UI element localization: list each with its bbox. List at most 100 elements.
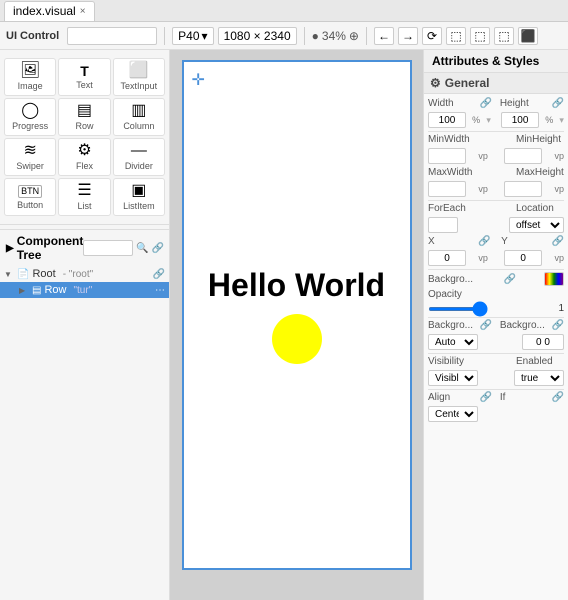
minwidth-label-row: MinWidth MinHeight: [428, 134, 564, 145]
component-column[interactable]: ▥ Column: [113, 98, 165, 136]
y-unit: vp: [554, 253, 564, 263]
zoom-value: 34%: [322, 29, 346, 43]
tab-label: index.visual: [13, 4, 76, 18]
tree-root-link-icon[interactable]: 🔗: [153, 269, 165, 280]
y-input[interactable]: [504, 250, 542, 266]
row-label: Row: [75, 121, 93, 131]
maxheight-input[interactable]: [504, 181, 542, 197]
resolution-label: 1080 × 2340: [224, 29, 291, 43]
component-divider[interactable]: — Divider: [113, 138, 165, 176]
location-select[interactable]: offset: [509, 217, 564, 233]
image-label: Image: [18, 81, 43, 91]
minwidth-input[interactable]: [428, 148, 466, 164]
canvas-area[interactable]: ✛ Hello World: [170, 50, 423, 600]
component-image[interactable]: 🖼 Image: [4, 58, 56, 96]
x-input[interactable]: [428, 250, 466, 266]
if-link-icon[interactable]: 🔗: [552, 392, 564, 403]
divider-icon: —: [131, 143, 147, 159]
bg2-label: Backgro...: [428, 320, 476, 331]
tree-search-input[interactable]: [83, 240, 133, 256]
visibility-select[interactable]: Visible: [428, 370, 478, 386]
width-link-icon[interactable]: 🔗: [480, 98, 492, 109]
resolution-btn[interactable]: 1080 × 2340: [218, 27, 297, 45]
tree-link-icon[interactable]: 🔗: [152, 243, 164, 254]
bg3-link-icon[interactable]: 🔗: [552, 320, 564, 331]
general-label-text: General: [445, 76, 490, 90]
panel-divider: [0, 224, 169, 225]
device-btn[interactable]: P40 ▾: [172, 27, 213, 45]
tree-root-icon: 📄: [17, 269, 29, 280]
height-input[interactable]: [501, 112, 539, 128]
opacity-slider[interactable]: [428, 307, 488, 311]
foreach-input[interactable]: [428, 217, 458, 233]
ui-control-section: 🖼 Image T Text ⬜ TextInput ◯ Progress ▤: [0, 50, 169, 220]
divider-label: Divider: [125, 161, 153, 171]
height-label: Height: [500, 98, 548, 109]
minheight-input[interactable]: [504, 148, 542, 164]
redo-icon: →: [402, 29, 414, 43]
sep3: [428, 269, 564, 270]
width-height-input-row: % ▾ % ▾: [428, 112, 564, 128]
vis-enabled-input-row: Visible true: [428, 370, 564, 386]
view-btn4[interactable]: ⬛: [518, 27, 538, 45]
tab-close-btn[interactable]: ×: [80, 6, 86, 17]
view-btn1[interactable]: ⬚: [446, 27, 466, 45]
maxwidth-label: MaxWidth: [428, 167, 476, 178]
vis-enabled-label-row: Visibility Enabled: [428, 356, 564, 367]
undo-btn[interactable]: ←: [374, 27, 394, 45]
enabled-select[interactable]: true: [514, 370, 564, 386]
align-select[interactable]: Center: [428, 406, 478, 422]
tree-item-row[interactable]: ▶ ▤ Row "tur" ⋯: [0, 282, 169, 298]
component-button[interactable]: BTN Button: [4, 178, 56, 216]
bg3-input[interactable]: [522, 334, 564, 350]
component-swiper[interactable]: ≋ Swiper: [4, 138, 56, 176]
bg2-link-icon[interactable]: 🔗: [480, 320, 492, 331]
x-label: X: [428, 236, 476, 247]
button-label: Button: [17, 200, 43, 210]
x-link-icon[interactable]: 🔗: [478, 236, 490, 247]
toolbar-search-input[interactable]: [67, 27, 157, 45]
height-chevron[interactable]: ▾: [559, 115, 564, 126]
listitem-label: ListItem: [123, 201, 155, 211]
bg-link-icon[interactable]: 🔗: [504, 274, 516, 285]
attributes-title: Attributes & Styles: [432, 54, 539, 68]
refresh-btn[interactable]: ⟳: [422, 27, 442, 45]
image-icon: 🖼: [20, 63, 40, 79]
color-swatch[interactable]: [544, 272, 564, 286]
bg2-select[interactable]: Auto: [428, 334, 478, 350]
opacity-row: Opacity: [428, 289, 564, 300]
height-link-icon[interactable]: 🔗: [552, 98, 564, 109]
component-text[interactable]: T Text: [58, 58, 110, 96]
width-input[interactable]: [428, 112, 466, 128]
xy-input-row: vp vp: [428, 250, 564, 266]
component-list[interactable]: ☰ List: [58, 178, 110, 216]
width-unit: %: [472, 115, 480, 125]
tree-item-root[interactable]: ▼ 📄 Root - "root" 🔗: [0, 266, 169, 282]
minheight-unit: vp: [554, 151, 564, 161]
tree-row-icon: ▤: [32, 285, 41, 296]
component-row[interactable]: ▤ Row: [58, 98, 110, 136]
component-progress[interactable]: ◯ Progress: [4, 98, 56, 136]
textinput-icon: ⬜: [129, 63, 149, 79]
toolbar-sep1: [164, 27, 165, 45]
chevron-down-icon: ▾: [202, 29, 208, 43]
move-handle-icon[interactable]: ✛: [192, 70, 205, 90]
redo-btn[interactable]: →: [398, 27, 418, 45]
align-link-icon[interactable]: 🔗: [480, 392, 492, 403]
tree-row-options-icon[interactable]: ⋯: [155, 285, 165, 296]
tree-chevron-root: ▼: [4, 270, 14, 279]
width-chevron[interactable]: ▾: [486, 115, 491, 126]
toolbar-sep2: [304, 27, 305, 45]
component-textinput[interactable]: ⬜ TextInput: [113, 58, 165, 96]
minwidth-unit: vp: [478, 151, 488, 161]
refresh-icon: ⟳: [427, 29, 437, 43]
y-label: Y: [501, 236, 549, 247]
view-btn3[interactable]: ⬚: [494, 27, 514, 45]
component-listitem[interactable]: ▣ ListItem: [113, 178, 165, 216]
component-flex[interactable]: ⚙ Flex: [58, 138, 110, 176]
tree-search-icon[interactable]: 🔍: [136, 243, 148, 254]
tab-index-visual[interactable]: index.visual ×: [4, 1, 95, 21]
y-link-icon[interactable]: 🔗: [552, 236, 564, 247]
maxwidth-input[interactable]: [428, 181, 466, 197]
view-btn2[interactable]: ⬚: [470, 27, 490, 45]
